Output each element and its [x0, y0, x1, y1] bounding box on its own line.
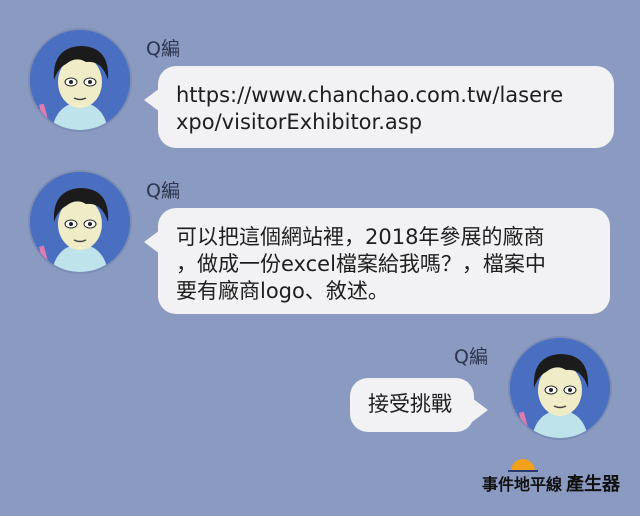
avatar[interactable]	[510, 338, 610, 438]
message-line: 要有廠商logo、敘述。	[176, 279, 389, 303]
avatar[interactable]	[30, 172, 130, 272]
message-line: https://www.chanchao.com.tw/lasere	[176, 83, 564, 107]
message-line: ，做成一份excel檔案給我嗎？，檔案中	[176, 252, 546, 276]
cartoon-avatar-icon	[510, 338, 610, 438]
chat-bubble: https://www.chanchao.com.tw/lasere xpo/v…	[144, 66, 614, 148]
message-line: 接受挑戰	[368, 392, 452, 416]
chat-bubble: 可以把這個網站裡，2018年參展的廠商 ，做成一份excel檔案給我嗎？，檔案中…	[144, 208, 610, 314]
brand-name: 事件地平線	[481, 475, 562, 494]
message-line: 可以把這個網站裡，2018年參展的廠商	[176, 225, 545, 249]
brand-suffix: 產生器	[566, 474, 620, 495]
sender-name: Q編	[146, 38, 180, 60]
sender-name: Q編	[146, 180, 180, 202]
avatar[interactable]	[30, 30, 130, 130]
cartoon-avatar-icon	[30, 30, 130, 130]
brand-watermark: 事件地平線 產生器	[481, 459, 620, 496]
chat-bubble: 接受挑戰	[350, 378, 488, 432]
message-line: xpo/visitorExhibitor.asp	[176, 110, 423, 134]
cartoon-avatar-icon	[30, 172, 130, 272]
sender-name: Q編	[454, 346, 488, 368]
sun-horizon-logo-icon	[507, 459, 538, 472]
